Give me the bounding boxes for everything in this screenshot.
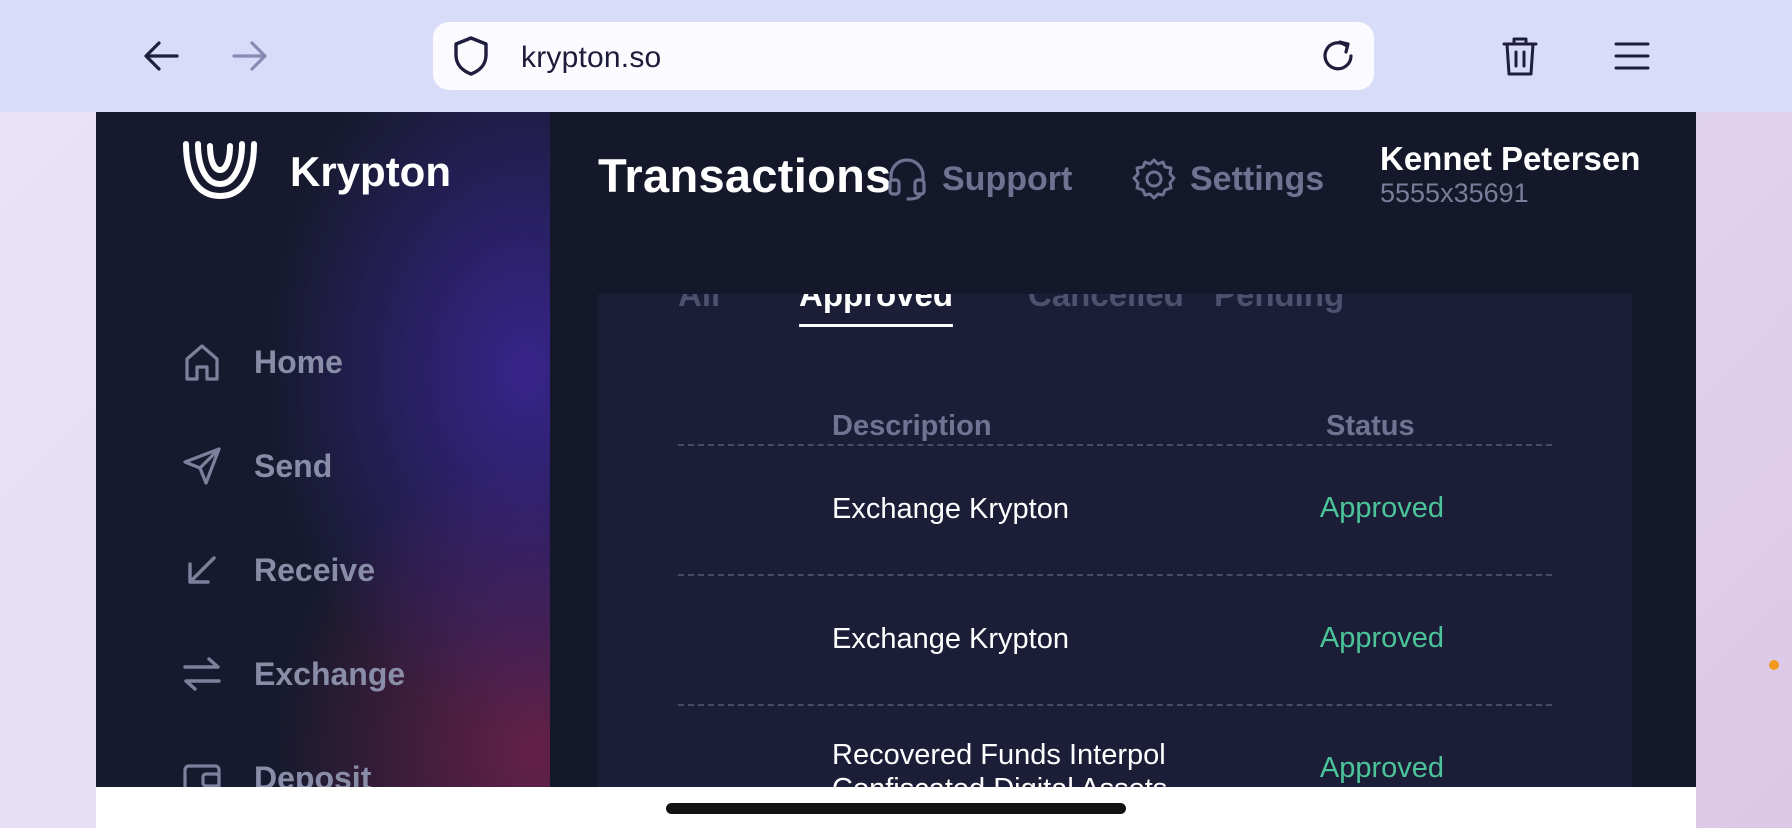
settings-link[interactable]: Settings	[1132, 152, 1324, 206]
tab-all[interactable]: All	[678, 294, 720, 324]
sidebar-item-label: Exchange	[254, 655, 406, 692]
sidebar-item-deposit[interactable]: Deposit	[180, 750, 500, 787]
url-text: krypton.so	[521, 41, 662, 74]
user-name: Kennet Petersen	[1380, 140, 1641, 177]
menu-button[interactable]	[1608, 32, 1656, 80]
brand-name: Krypton	[290, 148, 451, 195]
sidebar-item-receive[interactable]: Receive	[180, 542, 500, 598]
tab-cancelled[interactable]: Cancelled	[1028, 294, 1184, 324]
table-divider	[678, 574, 1552, 576]
hamburger-menu-icon	[1614, 42, 1650, 70]
row-status: Approved	[1319, 492, 1445, 524]
sidebar-item-label: Receive	[254, 551, 375, 588]
exchange-arrows-icon	[180, 652, 224, 696]
column-header-status: Status	[1326, 410, 1415, 442]
back-button[interactable]	[133, 30, 189, 82]
tab-approved[interactable]: Approved	[799, 294, 954, 327]
receive-arrow-icon	[180, 548, 224, 592]
sidebar-item-home[interactable]: Home	[180, 334, 500, 390]
row-description: Exchange Krypton	[832, 623, 1069, 655]
sidebar-item-label: Deposit	[254, 759, 372, 788]
sidebar-item-send[interactable]: Send	[180, 438, 500, 494]
table-divider	[678, 444, 1552, 446]
settings-label: Settings	[1190, 159, 1325, 198]
support-link[interactable]: Support	[886, 152, 1072, 206]
krypton-logo-icon	[183, 141, 257, 200]
browser-toolbar: krypton.so	[0, 0, 1792, 112]
user-account-id: 5555x35691	[1380, 178, 1529, 208]
column-header-description: Description	[832, 410, 992, 442]
support-label: Support	[942, 159, 1073, 198]
row-description: Exchange Krypton	[832, 493, 1069, 525]
sidebar-item-label: Home	[254, 343, 343, 380]
tab-pending[interactable]: Pending	[1214, 294, 1344, 324]
row-description: Recovered Funds Interpol Confiscated Dig…	[832, 739, 1167, 787]
activity-indicator-dot	[1769, 660, 1779, 670]
reload-icon[interactable]	[1316, 34, 1360, 78]
transactions-panel: All Approved Cancelled Pending Descripti…	[598, 294, 1632, 787]
home-indicator[interactable]	[666, 803, 1126, 814]
main-content: Transactions Support Settings Kennet Pet…	[550, 112, 1696, 787]
gear-icon	[1132, 158, 1176, 200]
row-status: Approved	[1319, 752, 1445, 784]
sidebar-item-exchange[interactable]: Exchange	[180, 646, 500, 702]
address-bar[interactable]: krypton.so	[433, 22, 1374, 90]
sidebar: Krypton Home Send Receive Exchange Depos…	[96, 112, 550, 787]
page-title: Transactions	[598, 149, 892, 202]
trash-icon	[1502, 37, 1538, 76]
home-icon	[180, 340, 224, 384]
table-divider	[678, 704, 1552, 706]
shield-icon	[451, 36, 491, 76]
send-icon	[180, 444, 224, 488]
row-status: Approved	[1319, 622, 1445, 654]
wallet-icon	[180, 756, 224, 787]
trash-button[interactable]	[1496, 30, 1544, 82]
headset-icon	[888, 158, 926, 201]
arrow-right-icon	[232, 41, 267, 71]
sidebar-item-label: Send	[254, 447, 333, 484]
forward-button[interactable]	[222, 30, 278, 82]
arrow-left-icon	[144, 41, 179, 71]
krypton-app: Krypton Home Send Receive Exchange Depos…	[96, 112, 1696, 787]
